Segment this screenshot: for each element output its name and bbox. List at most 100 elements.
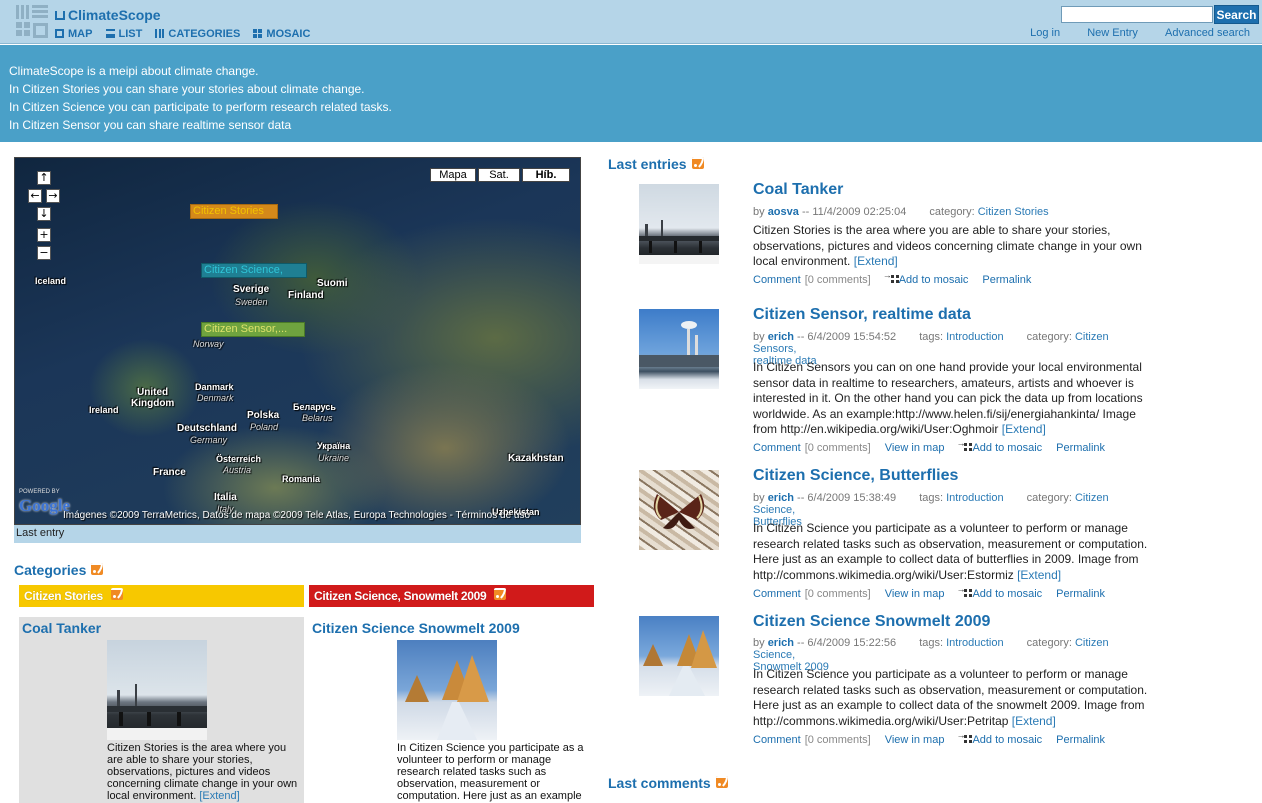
entry-thumbnail[interactable] [639, 470, 719, 550]
view-in-map-link[interactable]: View in map [885, 734, 945, 746]
add-to-mosaic-link[interactable]: Add to mosaic [972, 734, 1042, 746]
intro-line: ClimateScope is a meipi about climate ch… [9, 64, 259, 78]
zoom-out-icon[interactable]: − [37, 246, 51, 260]
user-link[interactable]: erich [768, 331, 794, 343]
permalink-link[interactable]: Permalink [1056, 442, 1105, 454]
rss-icon[interactable] [91, 563, 104, 575]
permalink-link[interactable]: Permalink [1056, 734, 1105, 746]
comment-link[interactable]: Comment [753, 734, 801, 746]
category-label: category: [929, 206, 975, 218]
view-in-map-link[interactable]: View in map [885, 442, 945, 454]
map-label: Suomi [317, 278, 348, 289]
permalink-link[interactable]: Permalink [982, 274, 1031, 286]
comment-link[interactable]: Comment [753, 588, 801, 600]
nav-map[interactable]: MAP [55, 28, 92, 40]
entry-title[interactable]: Citizen Sensor, realtime data [753, 306, 971, 324]
entry-thumbnail[interactable] [107, 640, 207, 740]
extend-link[interactable]: [Extend] [1017, 568, 1061, 582]
rss-icon[interactable] [110, 588, 123, 600]
tag-link[interactable]: Introduction [946, 492, 1003, 504]
entry-thumbnail[interactable] [639, 309, 719, 389]
user-link[interactable]: aosva [768, 206, 799, 218]
map-view[interactable]: ↑ ← → ↓ + − Mapa Sat. Híb. Iceland Sveri… [14, 157, 581, 525]
map-label: Romania [282, 474, 321, 484]
map-marker[interactable]: Citizen Stories [190, 204, 278, 219]
extend-link[interactable]: [Extend] [1012, 714, 1056, 728]
pan-down-icon[interactable]: ↓ [37, 207, 51, 221]
category-label: category: [1026, 492, 1072, 504]
intro-line: In Citizen Sensor you can share realtime… [9, 118, 292, 132]
map-type-hybrid-button[interactable]: Híb. [522, 168, 570, 182]
snowmelt-image [643, 630, 717, 696]
pan-right-icon[interactable]: → [46, 189, 60, 203]
zoom-in-icon[interactable]: + [37, 228, 51, 242]
logo-icon[interactable] [16, 5, 50, 39]
tags-label: tags: [919, 492, 944, 504]
search-button[interactable]: Search [1214, 5, 1259, 24]
search-input[interactable] [1061, 6, 1213, 23]
entry-body: In Citizen Sensors you can on one hand p… [753, 360, 1153, 438]
new-entry-link[interactable]: New Entry [1087, 27, 1138, 39]
nav-mosaic-label: MOSAIC [266, 28, 311, 40]
map-marker[interactable]: Citizen Sensor,... [201, 322, 305, 337]
entry-title[interactable]: Citizen Science Snowmelt 2009 [753, 613, 990, 631]
tag-link[interactable]: Introduction [946, 637, 1003, 649]
extend-link[interactable]: [Extend] [1002, 422, 1046, 436]
view-in-map-link[interactable]: View in map [885, 588, 945, 600]
rss-icon[interactable] [715, 776, 728, 788]
map-type-satellite-button[interactable]: Sat. [478, 168, 520, 182]
user-link[interactable]: erich [768, 637, 794, 649]
advanced-search-link[interactable]: Advanced search [1165, 27, 1250, 39]
map-label: Беларусь [293, 402, 336, 412]
map-label: France [153, 467, 186, 478]
entry-title[interactable]: Citizen Science, Butterflies [753, 467, 958, 485]
nav-mosaic[interactable]: MOSAIC [253, 28, 310, 40]
category-entry-title[interactable]: Coal Tanker [22, 620, 304, 636]
rss-icon[interactable] [691, 157, 704, 169]
comment-link[interactable]: Comment [753, 274, 801, 286]
login-link[interactable]: Log in [1030, 27, 1060, 39]
tag-link[interactable]: Introduction [946, 331, 1003, 343]
category-column: Citizen Science Snowmelt 2009 In Citizen… [309, 617, 594, 803]
brand-link[interactable]: ClimateScope [55, 7, 161, 23]
extend-link[interactable]: [Extend] [854, 254, 898, 268]
add-to-mosaic-link[interactable]: Add to mosaic [972, 588, 1042, 600]
map-type-map-button[interactable]: Mapa [430, 168, 476, 182]
category-label: category: [1026, 331, 1072, 343]
entry-thumbnail[interactable] [397, 640, 497, 740]
category-bar-citizen-science[interactable]: Citizen Science, Snowmelt 2009 [309, 585, 594, 607]
add-to-mosaic-link[interactable]: Add to mosaic [972, 442, 1042, 454]
map-label: Deutschland [177, 423, 238, 434]
map-label: Sverige [233, 284, 270, 295]
entry-thumbnail[interactable] [639, 616, 719, 696]
permalink-link[interactable]: Permalink [1056, 588, 1105, 600]
entry-body-text: In Citizen Science you participate as a … [753, 667, 1148, 728]
pan-up-icon[interactable]: ↑ [37, 171, 51, 185]
add-to-mosaic-link[interactable]: Add to mosaic [899, 274, 969, 286]
pan-left-icon[interactable]: ← [28, 189, 42, 203]
last-comments-heading-label: Last comments [608, 775, 711, 791]
comment-link[interactable]: Comment [753, 442, 801, 454]
entry-meta: by aosva -- 11/4/2009 02:25:04 category:… [753, 206, 1153, 218]
entry-date: -- 6/4/2009 15:38:49 [797, 492, 897, 504]
entry: Coal Tanker by aosva -- 11/4/2009 02:25:… [600, 181, 1250, 294]
category-link[interactable]: Citizen Stories [978, 206, 1049, 218]
category-bar-citizen-stories[interactable]: Citizen Stories [19, 585, 304, 607]
butterfly-image [653, 494, 705, 529]
map-copyright[interactable]: Imágenes ©2009 TerraMetrics, Datos de ma… [63, 510, 530, 521]
category-entry-title[interactable]: Citizen Science Snowmelt 2009 [312, 620, 594, 636]
sensor-city-image [639, 321, 719, 367]
comment-count: [0 comments] [804, 588, 871, 600]
entry: Citizen Science, Butterflies by erich --… [600, 467, 1250, 605]
extend-link[interactable]: [Extend] [199, 790, 239, 802]
user-link[interactable]: erich [768, 492, 794, 504]
nav-list[interactable]: LIST [105, 28, 142, 40]
entry-title[interactable]: Coal Tanker [753, 181, 843, 199]
last-entries-heading-label: Last entries [608, 156, 687, 172]
entry-actions: Comment[0 comments] Add to mosaic Permalin… [753, 270, 1045, 286]
home-icon [55, 11, 65, 20]
nav-categories[interactable]: CATEGORIES [155, 28, 240, 40]
rss-icon[interactable] [494, 588, 507, 600]
entry-thumbnail[interactable] [639, 184, 719, 264]
map-marker[interactable]: Citizen Science, [201, 263, 307, 278]
